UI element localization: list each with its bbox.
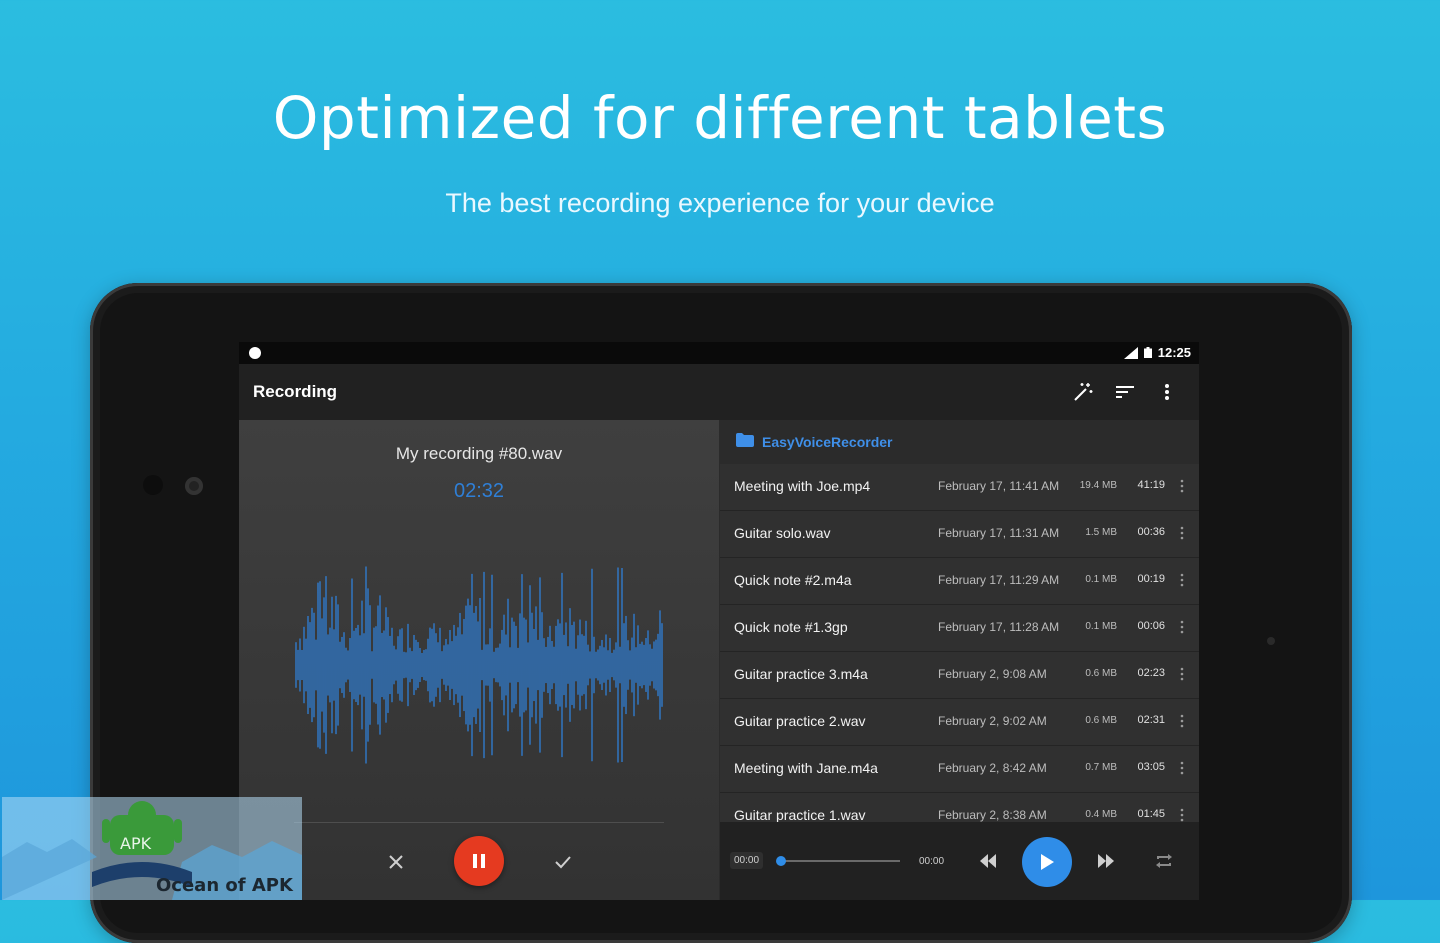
recording-date: February 17, 11:31 AM [938, 526, 1060, 540]
recording-size: 0.4 MB [1085, 809, 1117, 820]
more-vert-icon [1165, 384, 1169, 400]
recording-date: February 2, 8:38 AM [938, 808, 1047, 822]
light-sensor [1267, 637, 1275, 645]
promo-subheadline: The best recording experience for your d… [445, 188, 995, 218]
recording-row[interactable]: Meeting with Jane.m4a February 2, 8:42 AM… [720, 746, 1199, 793]
row-more-icon[interactable] [1179, 619, 1185, 635]
recording-name: Meeting with Joe.mp4 [734, 478, 871, 494]
recording-date: February 17, 11:29 AM [938, 573, 1060, 587]
folder-icon [736, 433, 754, 447]
recording-size: 0.1 MB [1085, 621, 1117, 632]
fast-forward-button[interactable] [1096, 852, 1116, 870]
watermark: APK Ocean of APK [2, 797, 302, 900]
recording-date: February 2, 9:08 AM [938, 667, 1047, 681]
recording-duration: 02:23 [1137, 667, 1165, 679]
status-bar: 12:25 [239, 342, 1199, 364]
recording-name: Guitar practice 2.wav [734, 713, 866, 729]
play-icon [1041, 854, 1054, 870]
recording-elapsed-time: 02:32 [453, 480, 505, 502]
recording-name: Meeting with Jane.m4a [734, 760, 878, 776]
controls-divider [294, 822, 664, 823]
signal-icon [1123, 346, 1138, 359]
playback-seekbar[interactable] [780, 860, 900, 862]
recording-size: 0.6 MB [1085, 715, 1117, 726]
recordings-list-panel: EasyVoiceRecorder Meeting with Joe.mp4 Fe… [720, 420, 1199, 900]
recording-size: 0.6 MB [1085, 668, 1117, 679]
recording-indicator-icon [249, 347, 261, 359]
row-more-icon[interactable] [1179, 572, 1185, 588]
sort-icon [1116, 386, 1134, 398]
waveform [295, 566, 663, 764]
cancel-recording-button[interactable] [384, 850, 408, 874]
playback-total-time: 00:00 [919, 856, 945, 867]
recording-date: February 17, 11:28 AM [938, 620, 1060, 634]
tablet-screen: 12:25 Recording My recording #80.wav 02:… [239, 342, 1199, 900]
recordings-list: Meeting with Joe.mp4 February 17, 11:41 A… [720, 464, 1199, 840]
recording-duration: 02:31 [1137, 714, 1165, 726]
row-more-icon[interactable] [1179, 807, 1185, 823]
recording-date: February 17, 11:41 AM [938, 479, 1060, 493]
recording-name: Quick note #2.m4a [734, 572, 852, 588]
pause-icon [473, 854, 485, 868]
repeat-button[interactable] [1154, 851, 1174, 871]
recording-size: 0.7 MB [1085, 762, 1117, 773]
folder-name: EasyVoiceRecorder [762, 434, 893, 450]
recording-row[interactable]: Guitar solo.wav February 17, 11:31 AM 1.5 … [720, 511, 1199, 558]
recording-size: 19.4 MB [1079, 480, 1117, 491]
recording-duration: 00:06 [1137, 620, 1165, 632]
status-tray: 12:25 [1123, 345, 1191, 360]
recording-row[interactable]: Guitar practice 3.m4a February 2, 9:08 AM… [720, 652, 1199, 699]
magic-wand-icon [1074, 383, 1093, 401]
playback-bar: 00:00 00:00 [720, 822, 1199, 900]
clock: 12:25 [1157, 345, 1191, 360]
row-more-icon[interactable] [1179, 760, 1185, 776]
row-more-icon[interactable] [1179, 713, 1185, 729]
magic-wand-button[interactable] [1071, 380, 1095, 404]
front-camera-icon [185, 477, 203, 495]
recording-row[interactable]: Quick note #2.m4a February 17, 11:29 AM 0.… [720, 558, 1199, 605]
recording-duration: 00:19 [1137, 573, 1165, 585]
recording-date: February 2, 8:42 AM [938, 761, 1047, 775]
row-more-icon[interactable] [1179, 525, 1185, 541]
watermark-text: Ocean of APK [156, 875, 293, 896]
recording-name: Guitar practice 3.m4a [734, 666, 868, 682]
recording-size: 0.1 MB [1085, 574, 1117, 585]
recording-name: Quick note #1.3gp [734, 619, 848, 635]
app-bar: Recording [239, 364, 1199, 420]
more-options-button[interactable] [1155, 380, 1179, 404]
watermark-logo-text: APK [120, 834, 152, 853]
seekbar-thumb[interactable] [776, 856, 786, 866]
play-button[interactable] [1022, 837, 1072, 887]
pause-recording-button[interactable] [454, 836, 504, 886]
row-more-icon[interactable] [1179, 478, 1185, 494]
recording-name: Guitar solo.wav [734, 525, 831, 541]
folder-breadcrumb[interactable]: EasyVoiceRecorder [720, 420, 1199, 464]
recording-duration: 41:19 [1137, 479, 1165, 491]
recording-row[interactable]: Guitar practice 2.wav February 2, 9:02 AM… [720, 699, 1199, 746]
rewind-button[interactable] [978, 852, 998, 870]
recording-duration: 01:45 [1137, 808, 1165, 820]
recording-file-name: My recording #80.wav [395, 444, 563, 463]
promo-headline: Optimized for different tablets [272, 84, 1168, 152]
sort-button[interactable] [1113, 380, 1137, 404]
recording-row[interactable]: Meeting with Joe.mp4 February 17, 11:41 A… [720, 464, 1199, 511]
battery-icon [1143, 347, 1152, 358]
save-recording-button[interactable] [551, 850, 575, 874]
playback-current-time: 00:00 [730, 852, 764, 869]
recording-date: February 2, 9:02 AM [938, 714, 1047, 728]
recording-duration: 00:36 [1137, 526, 1165, 538]
recording-name: Guitar practice 1.wav [734, 807, 866, 823]
page-title: Recording [253, 382, 338, 401]
recording-size: 1.5 MB [1085, 527, 1117, 538]
recording-duration: 03:05 [1137, 761, 1165, 773]
recording-row[interactable]: Quick note #1.3gp February 17, 11:28 AM 0.… [720, 605, 1199, 652]
app-bar-actions [1071, 380, 1179, 404]
front-sensor [143, 475, 163, 495]
row-more-icon[interactable] [1179, 666, 1185, 682]
recorder-panel: My recording #80.wav 02:32 [239, 420, 719, 900]
